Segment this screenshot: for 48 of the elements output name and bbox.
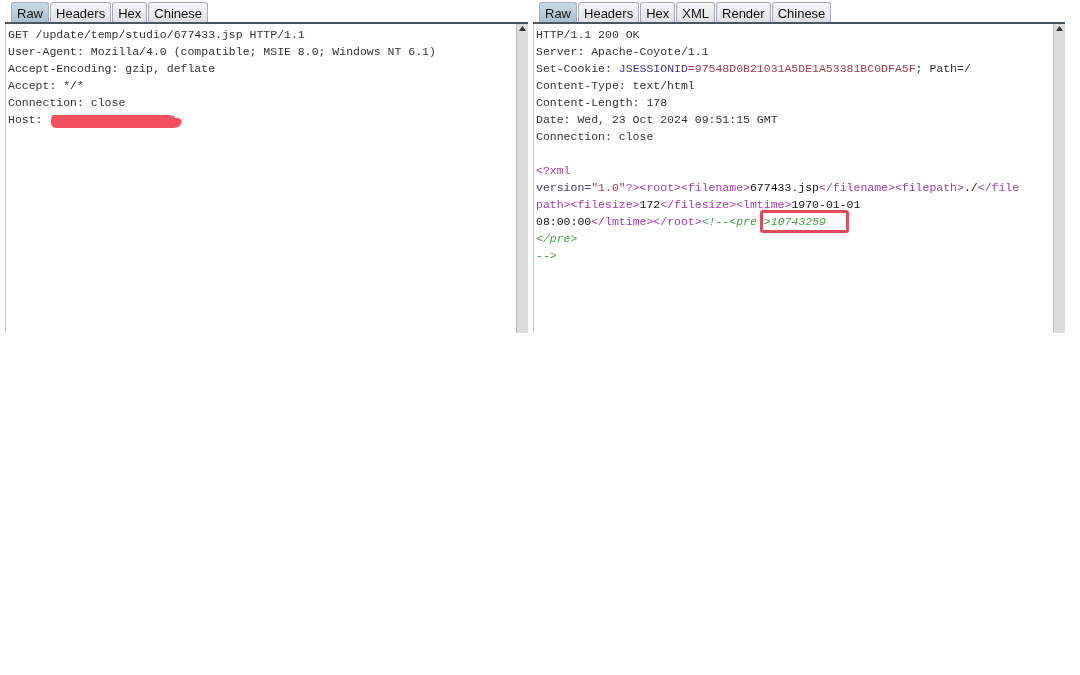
tab[interactable]: Chinese [771, 2, 832, 22]
highlighted-text: >10743259 [759, 210, 849, 233]
code-text: </pre> [536, 231, 578, 247]
code-text: Connection: close [536, 129, 654, 145]
code-text: GET /update/temp/studio/677433.jsp HTTP/1.1 [8, 27, 305, 43]
code-text: 08:00:00 [536, 214, 592, 230]
tab[interactable]: Headers [578, 2, 640, 22]
code-text: ?><root><filename> [625, 180, 750, 196]
code-text: Accept-Encoding: gzip, deflate [8, 61, 216, 77]
code-text: </filesize><lmtime> [660, 197, 792, 213]
tab[interactable]: XML [676, 2, 715, 22]
code-text: --> [536, 248, 557, 264]
tab[interactable]: Hex [640, 2, 676, 22]
code-text: </filename><filepath> [819, 180, 964, 196]
tab[interactable]: Raw [11, 2, 49, 22]
scroll-up-icon[interactable] [519, 26, 526, 31]
code-text: Date: Wed, 23 Oct 2024 09:51:15 GMT [536, 112, 778, 128]
code-text: User-Agent: Mozilla/4.0 (compatible; MSIE 8.0; Windows NT 6.1) [8, 44, 436, 60]
tab[interactable]: Headers [50, 2, 112, 22]
code-text: </file [977, 180, 1020, 196]
code-text: Host: [8, 112, 44, 128]
code-text: 1970-01-01 [791, 197, 861, 213]
code-text: 677433.jsp [749, 180, 819, 196]
code-text: Set-Cookie: [536, 61, 613, 77]
code-text: "1.0" [591, 180, 626, 196]
tab[interactable]: Raw [539, 2, 577, 22]
code-text: JSESSIONID [618, 61, 688, 77]
code-text: =97548D0B21031A5DE1A53381BC0DFA5F [687, 61, 916, 77]
code-text: Content-Type: text/html [536, 78, 695, 94]
code-text: Content-Length: 178 [536, 95, 668, 111]
code-text: HTTP/1.1 200 OK [536, 27, 640, 43]
tab[interactable]: Chinese [148, 2, 208, 22]
scrollbar[interactable] [516, 24, 528, 333]
code-text: Accept: */* [8, 78, 84, 94]
code-text: Server: Apache-Coyote/1.1 [536, 44, 709, 60]
code-text: </lmtime></root> [591, 214, 702, 230]
code-text: Connection: close [8, 95, 126, 111]
scroll-up-icon[interactable] [1056, 26, 1063, 31]
code-text: <!--<pre [701, 214, 757, 230]
code-text: ./ [963, 180, 978, 196]
code-text: version= [536, 180, 592, 196]
code-text: path><filesize> [536, 197, 640, 213]
scrollbar[interactable] [1053, 24, 1065, 333]
code-text: ; Path=/ [915, 61, 971, 77]
tab[interactable]: Render [716, 2, 771, 22]
code-text: 172 [639, 197, 661, 213]
tab[interactable]: Hex [112, 2, 148, 22]
code-text: <?xml [536, 163, 571, 179]
